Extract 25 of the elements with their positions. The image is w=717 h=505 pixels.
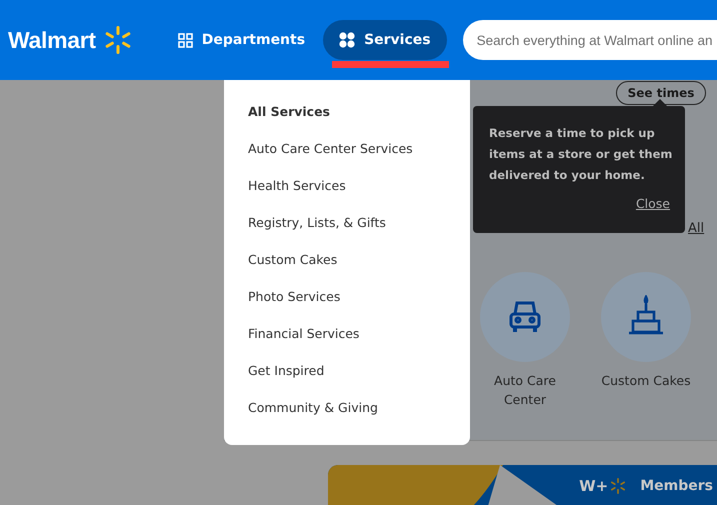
menu-item[interactable]: Get Inspired: [248, 362, 324, 380]
menu-item[interactable]: Community & Giving: [248, 399, 378, 417]
tile-label: Custom Cakes: [600, 372, 692, 390]
menu-item[interactable]: Photo Services: [248, 288, 340, 306]
nav-tab[interactable]: Services: [323, 20, 447, 60]
menu-item[interactable]: Financial Services: [248, 325, 360, 343]
close-link[interactable]: Close: [636, 196, 670, 211]
menu-item[interactable]: Registry, Lists, & Gifts: [248, 214, 386, 232]
menu-item[interactable]: Custom Cakes: [248, 251, 338, 269]
search-field[interactable]: Search everything at Walmart online an: [462, 20, 717, 60]
see-times-button[interactable]: See times: [616, 81, 706, 105]
view-all-link[interactable]: All: [688, 221, 704, 236]
walmart-plus-logo: W+: [579, 476, 608, 494]
four-dots-icon: [339, 32, 356, 48]
tooltip-text: Reserve a time to pick up items at a store or get them delivered to your home.: [489, 125, 673, 184]
menu-item[interactable]: Auto Care Center Services: [248, 140, 413, 158]
spark-icon: [104, 26, 132, 54]
banner-text: Members: [640, 478, 713, 494]
spark-icon: [610, 478, 626, 494]
menu-item[interactable]: All Services: [248, 103, 330, 121]
grid-icon: [178, 32, 193, 48]
walmart-logo[interactable]: Walmart: [8, 26, 96, 54]
nav-tab[interactable]: Departments: [162, 20, 322, 60]
tile-label: Auto Care Center: [493, 372, 557, 409]
menu-item[interactable]: Health Services: [248, 177, 346, 195]
